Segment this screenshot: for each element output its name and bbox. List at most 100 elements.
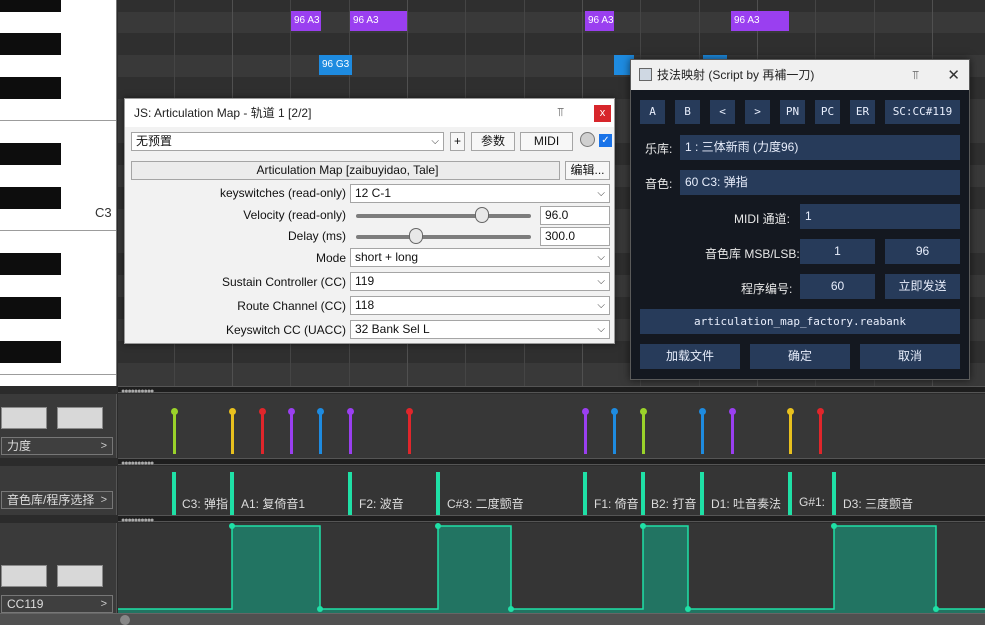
map-name-display: Articulation Map [zaibuyidao, Tale] <box>131 161 560 180</box>
program-lane-select[interactable]: 音色库/程序选择 > <box>1 491 113 509</box>
black-key[interactable] <box>0 187 61 209</box>
keyswitch-cc-select[interactable]: 32 Bank Sel L ⌵ <box>350 320 610 339</box>
program-change-label: D3: 三度颤音 <box>843 497 914 511</box>
reabank-file-field[interactable]: articulation_map_factory.reabank <box>640 309 960 334</box>
sustain-controller-label: Sustain Controller (CC) <box>221 275 346 289</box>
js-articulation-map-window: JS: Articulation Map - 轨道 1 [2/2] ⫪ x 无预… <box>124 98 615 344</box>
send-now-button[interactable]: 立即发送 <box>885 274 960 299</box>
black-key[interactable] <box>0 341 61 363</box>
horizontal-scrollbar[interactable] <box>0 613 985 625</box>
midi-note[interactable]: 96 G3 <box>319 55 352 75</box>
lane-splitter[interactable]: ●●●●●●●●●● <box>118 386 985 395</box>
close-button[interactable]: x <box>594 105 611 122</box>
ok-button[interactable]: 确定 <box>750 344 850 369</box>
c3-key-label: C3 <box>95 205 112 220</box>
midi-note[interactable]: 96 A3 <box>291 11 321 31</box>
cc-envelope <box>118 523 985 613</box>
midi-note[interactable]: 96 A3 <box>731 11 789 31</box>
preset-select[interactable]: 无预置 ⌵ <box>131 132 444 151</box>
params-button[interactable]: 参数 <box>471 132 515 151</box>
slider-thumb[interactable] <box>409 228 424 244</box>
program-number-field[interactable]: 60 <box>800 274 875 299</box>
velocity-value[interactable]: 96.0 <box>540 206 610 225</box>
msb-lsb-label: 音色库 MSB/LSB: <box>705 247 800 261</box>
enable-checkbox[interactable]: ✓ <box>599 134 612 147</box>
button-a[interactable]: A <box>640 100 665 124</box>
patch-field[interactable]: 60 C3: 弹指 <box>680 170 960 195</box>
black-key[interactable] <box>0 0 61 12</box>
midi-channel-label: MIDI 通道: <box>734 212 790 226</box>
lane-button[interactable] <box>1 565 47 587</box>
black-key[interactable] <box>0 77 61 99</box>
pc-button[interactable]: PC <box>815 100 840 124</box>
program-change-label: B2: 打音 <box>651 497 697 511</box>
piano-keyboard[interactable]: C3 <box>0 0 117 386</box>
pin-icon[interactable]: ⫪ <box>557 105 564 120</box>
window-title: JS: Articulation Map - 轨道 1 [2/2] <box>125 99 614 127</box>
midi-button[interactable]: MIDI <box>520 132 573 151</box>
delay-value[interactable]: 300.0 <box>540 227 610 246</box>
keyswitch-cc-label: Keyswitch CC (UACC) <box>225 323 346 337</box>
edit-button[interactable]: 编辑... <box>565 161 610 180</box>
black-key[interactable] <box>0 33 61 55</box>
velocity-lane-header: 力度 > <box>0 394 117 458</box>
lane-splitter[interactable]: ●●●●●●●●●● <box>118 515 985 524</box>
cancel-button[interactable]: 取消 <box>860 344 960 369</box>
midi-note[interactable]: 96 A3 <box>585 11 614 31</box>
delay-label: Delay (ms) <box>287 229 346 243</box>
pin-icon[interactable]: ⫪ <box>912 68 919 83</box>
library-field[interactable]: 1 : 三体新雨 (力度96) <box>680 135 960 160</box>
msb-field[interactable]: 1 <box>800 239 875 264</box>
route-channel-select[interactable]: 118 ⌵ <box>350 296 610 315</box>
white-key-divider <box>0 230 116 231</box>
wet-knob[interactable] <box>580 132 595 147</box>
black-key[interactable] <box>0 297 61 319</box>
delay-slider[interactable] <box>352 227 535 246</box>
black-key[interactable] <box>0 143 61 165</box>
prev-button[interactable]: < <box>710 100 735 124</box>
app-icon <box>639 68 652 81</box>
keyswitches-select[interactable]: 12 C-1 ⌵ <box>350 184 610 203</box>
cc-lane-select[interactable]: CC119 > <box>1 595 113 613</box>
program-change-lane[interactable]: C3: 弹指 A1: 复倚音1 F2: 波音 C#3: 二度颤音 F1: 倚音 … <box>118 466 985 515</box>
lsb-field[interactable]: 96 <box>885 239 960 264</box>
white-key-divider <box>0 374 116 375</box>
program-change-label: A1: 复倚音1 <box>241 497 306 511</box>
add-preset-button[interactable]: + <box>450 132 465 151</box>
velocity-lane[interactable] <box>118 394 985 458</box>
midi-note[interactable]: 96 A3 <box>350 11 407 31</box>
program-change-label: C#3: 二度颤音 <box>447 497 524 511</box>
patch-label: 音色: <box>645 177 673 191</box>
sc-cc119-button[interactable]: SC:CC#119 <box>885 100 960 124</box>
velocity-label: Velocity (read-only) <box>243 208 346 222</box>
program-change-label: C3: 弹指 <box>182 497 229 511</box>
mode-select[interactable]: short + long ⌵ <box>350 248 610 267</box>
program-number-label: 程序编号: <box>741 282 793 296</box>
er-button[interactable]: ER <box>850 100 875 124</box>
lane-button[interactable] <box>1 407 47 429</box>
slider-thumb[interactable] <box>475 207 490 223</box>
library-label: 乐库: <box>645 142 673 156</box>
close-icon[interactable]: ✕ <box>947 66 960 84</box>
next-button[interactable]: > <box>745 100 770 124</box>
black-key[interactable] <box>0 253 61 275</box>
route-channel-label: Route Channel (CC) <box>237 299 346 313</box>
program-change-label: F1: 倚音 <box>594 497 639 511</box>
lane-button[interactable] <box>57 407 103 429</box>
program-change-label: G#1: 1 <box>799 495 829 509</box>
midi-channel-field[interactable]: 1 <box>800 204 960 229</box>
velocity-slider[interactable] <box>352 206 535 225</box>
cc119-lane[interactable] <box>118 523 985 613</box>
load-file-button[interactable]: 加载文件 <box>640 344 740 369</box>
cc-lane-header: CC119 > <box>0 523 117 613</box>
sustain-controller-select[interactable]: 119 ⌵ <box>350 272 610 291</box>
mode-label: Mode <box>315 251 346 265</box>
lane-button[interactable] <box>57 565 103 587</box>
articulation-mapping-dialog: 技法映射 (Script by 再補一刀) ⫪ ✕ A B < > PN PC … <box>630 59 970 380</box>
lane-splitter[interactable]: ●●●●●●●●●● <box>118 458 985 467</box>
button-b[interactable]: B <box>675 100 700 124</box>
keyswitches-label: keyswitches (read-only) <box>219 186 346 200</box>
program-lane-header: 音色库/程序选择 > <box>0 466 117 515</box>
velocity-lane-select[interactable]: 力度 > <box>1 437 113 455</box>
pn-button[interactable]: PN <box>780 100 805 124</box>
